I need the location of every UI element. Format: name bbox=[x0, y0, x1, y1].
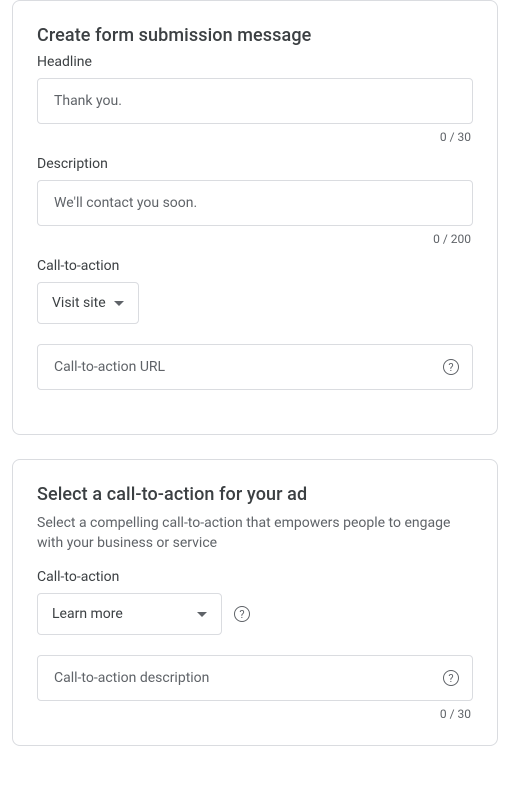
chevron-down-icon bbox=[114, 301, 124, 306]
ad-cta-desc-wrapper: ? bbox=[37, 655, 473, 701]
ad-cta-desc-input[interactable] bbox=[37, 655, 473, 701]
ad-cta-select[interactable]: Learn more bbox=[37, 593, 222, 635]
cta-label: Call-to-action bbox=[37, 258, 473, 274]
ad-cta-label: Call-to-action bbox=[37, 569, 473, 585]
form-submission-card: Create form submission message Headline … bbox=[12, 0, 498, 435]
ad-cta-title: Select a call-to-action for your ad bbox=[37, 484, 473, 505]
headline-label: Headline bbox=[37, 54, 473, 70]
cta-url-wrapper: ? bbox=[37, 344, 473, 390]
chevron-down-icon bbox=[197, 612, 207, 617]
ad-cta-select-value: Learn more bbox=[52, 606, 123, 622]
ad-cta-desc-counter: 0 / 30 bbox=[37, 707, 473, 721]
cta-url-input[interactable] bbox=[37, 344, 473, 390]
help-icon[interactable]: ? bbox=[443, 359, 459, 375]
headline-input[interactable] bbox=[37, 78, 473, 124]
description-label: Description bbox=[37, 156, 473, 172]
ad-cta-subtitle: Select a compelling call-to-action that … bbox=[37, 513, 473, 553]
description-counter: 0 / 200 bbox=[37, 232, 473, 246]
help-icon[interactable]: ? bbox=[234, 606, 250, 622]
ad-cta-card: Select a call-to-action for your ad Sele… bbox=[12, 459, 498, 746]
description-input[interactable] bbox=[37, 180, 473, 226]
form-submission-title: Create form submission message bbox=[37, 25, 473, 46]
help-icon[interactable]: ? bbox=[443, 670, 459, 686]
cta-select-value: Visit site bbox=[52, 295, 106, 311]
cta-select[interactable]: Visit site bbox=[37, 282, 139, 324]
headline-counter: 0 / 30 bbox=[37, 130, 473, 144]
